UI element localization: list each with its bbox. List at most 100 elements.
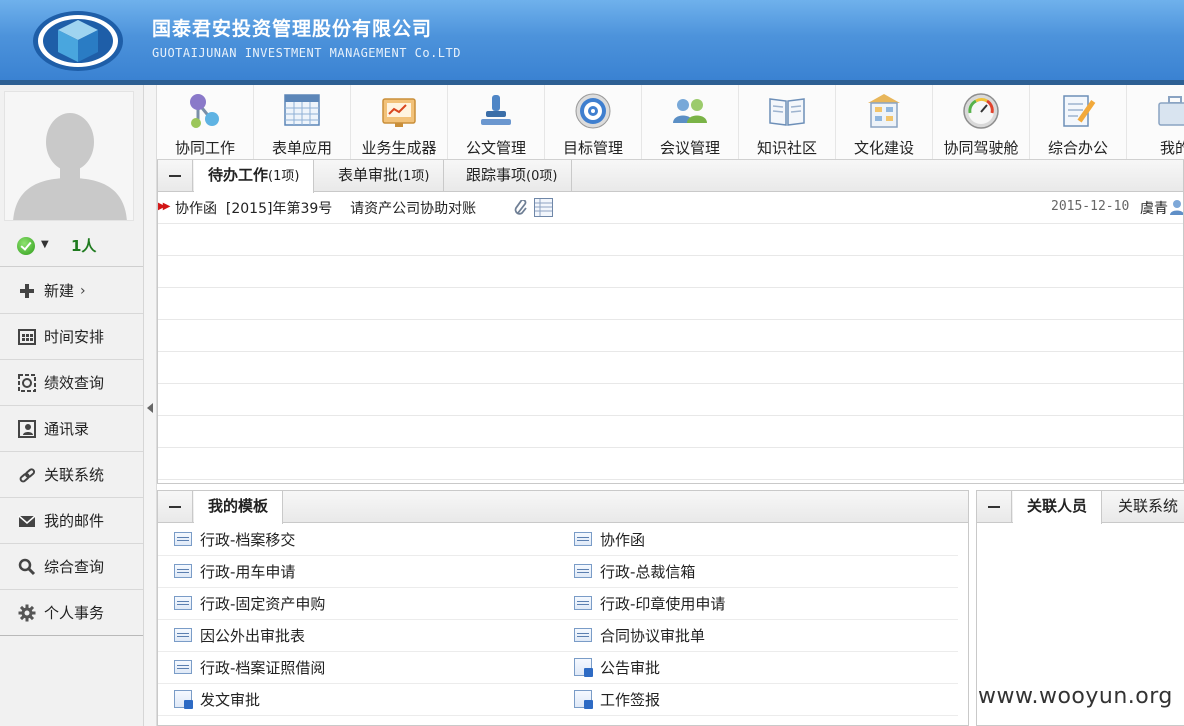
template-item[interactable]: 合同协议审批单 [574, 619, 705, 651]
tab-my-templates[interactable]: 我的模板 [194, 491, 284, 524]
todo-title[interactable]: 协作函 [2015]年第39号 请资产公司协助对账 [175, 198, 476, 218]
tab-form-approval[interactable]: 表单审批(1项) [324, 160, 445, 192]
template-label: 合同协议审批单 [600, 626, 706, 645]
template-item[interactable]: 行政-档案移交 [174, 523, 295, 555]
sidebar-item-new[interactable]: 新建 › [0, 268, 143, 314]
toolbar-item-document-mgmt[interactable]: 公文管理 [448, 85, 545, 159]
toolbar-item-meeting-mgmt[interactable]: 会议管理 [642, 85, 739, 159]
avatar[interactable] [4, 91, 134, 221]
chevron-right-icon: › [80, 282, 86, 299]
sidebar-item-label: 关联系统 [44, 466, 105, 484]
form-icon [574, 628, 592, 642]
tab-tracking[interactable]: 跟踪事项(0项) [452, 160, 573, 192]
briefcase-icon [1158, 96, 1184, 126]
sidebar-item-schedule[interactable]: 时间安排 [0, 314, 143, 360]
user-silhouette-icon [5, 92, 133, 220]
template-item[interactable]: 行政-档案证照借阅 [174, 651, 325, 683]
toolbar-item-form-apps[interactable]: 表单应用 [254, 85, 351, 159]
template-item[interactable]: 协作函 [574, 523, 645, 555]
sidebar-item-label: 综合查询 [44, 558, 105, 576]
notepad-icon [1063, 95, 1096, 127]
related-tabbar: 关联人员 关联系统 [977, 491, 1184, 524]
template-item[interactable]: 公告审批 [574, 651, 660, 683]
watermark-text: www.wooyun.org [978, 684, 1173, 709]
todo-type: 协作函 [175, 201, 217, 217]
row-divider [158, 715, 958, 716]
table-row [158, 384, 1183, 416]
tab-count: (1项) [268, 169, 300, 184]
collapse-left-icon [147, 403, 153, 413]
tab-count: (1项) [398, 169, 430, 184]
starred-doc-icon [574, 658, 593, 677]
template-item[interactable]: 行政-固定资产申购 [174, 587, 325, 619]
toolbar-item-collaboration[interactable]: 协同工作 [157, 85, 254, 159]
template-item[interactable]: 发文审批 [174, 683, 260, 715]
sidebar-collapse-handle[interactable] [144, 85, 157, 726]
form-table-icon [534, 198, 553, 217]
sidebar-item-label: 新建 [44, 282, 75, 300]
template-item[interactable]: 行政-用车申请 [174, 555, 295, 587]
collapse-panel-button[interactable] [158, 160, 193, 192]
template-label: 工作签报 [600, 690, 661, 709]
online-count: 1人 [71, 237, 97, 255]
sidebar-item-personal[interactable]: 个人事务 [0, 590, 143, 636]
template-item[interactable]: 工作签报 [574, 683, 660, 715]
stamp-icon [481, 95, 511, 125]
table-row[interactable]: ▶▶ 协作函 [2015]年第39号 请资产公司协助对账 2015-12-10 … [158, 192, 1183, 224]
toolbar-item-cockpit[interactable]: 协同驾驶舱 [933, 85, 1030, 159]
collapse-panel-button[interactable] [158, 491, 193, 523]
template-tabbar: 我的模板 [158, 491, 968, 524]
tab-todo[interactable]: 待办工作(1项) [194, 160, 315, 193]
tab-related-systems[interactable]: 关联系统 [1104, 491, 1184, 523]
sidebar-item-label: 时间安排 [44, 328, 105, 346]
module-toolbar: 协同工作 表单应用 业务生成器 公文管理 目标管理 会议管理 知识社区 文化建设… [157, 85, 1184, 160]
attachment-icon [514, 200, 527, 215]
toolbar-item-knowledge[interactable]: 知识社区 [739, 85, 836, 159]
sidebar-item-contacts[interactable]: 通讯录 [0, 406, 143, 452]
todo-subject: 请资产公司协助对账 [350, 201, 477, 217]
sidebar-nav: 新建 › 时间安排 绩效查询 通讯录 关联系统 我的邮件 综合查询 个人事务 [0, 268, 143, 636]
toolbar-item-goal-mgmt[interactable]: 目标管理 [545, 85, 642, 159]
spreadsheet-icon [284, 94, 320, 126]
toolbar-item-label: 文化建设 [853, 139, 914, 157]
sidebar-item-search[interactable]: 综合查询 [0, 544, 143, 590]
form-icon [174, 532, 192, 546]
tab-label: 关联系统 [1118, 497, 1179, 515]
toolbar-item-label: 协同工作 [174, 139, 235, 157]
toolbar-item-office[interactable]: 综合办公 [1030, 85, 1127, 159]
starred-doc-icon [174, 690, 193, 709]
online-check-icon[interactable] [17, 237, 35, 255]
tab-related-people[interactable]: 关联人员 [1013, 491, 1103, 524]
target-square-icon [18, 373, 36, 392]
template-item[interactable]: 行政-总裁信箱 [574, 555, 695, 587]
template-label: 行政-档案证照借阅 [200, 658, 326, 677]
sidebar-item-my-mail[interactable]: 我的邮件 [0, 498, 143, 544]
toolbar-item-business-builder[interactable]: 业务生成器 [351, 85, 448, 159]
collapse-panel-button[interactable] [977, 491, 1012, 523]
sidebar-item-linked-systems[interactable]: 关联系统 [0, 452, 143, 498]
toolbar-item-label: 业务生成器 [361, 139, 437, 157]
tab-label: 待办工作 [208, 166, 269, 184]
status-dropdown-icon[interactable]: ▼ [41, 239, 49, 250]
todo-tabbar: 待办工作(1项) 表单审批(1项) 跟踪事项(0项) [158, 160, 1183, 193]
template-item[interactable]: 因公外出审批表 [174, 619, 305, 651]
template-item[interactable]: 行政-印章使用申请 [574, 587, 725, 619]
mail-icon [18, 512, 36, 530]
tab-count: (0项) [526, 169, 558, 184]
toolbar-item-label: 会议管理 [659, 139, 720, 157]
sidebar-item-performance[interactable]: 绩效查询 [0, 360, 143, 406]
add-user-icon[interactable] [1170, 198, 1184, 216]
todo-panel: 待办工作(1项) 表单审批(1项) 跟踪事项(0项) ▶▶ 协作函 [2015]… [157, 160, 1184, 484]
template-label: 行政-用车申请 [200, 562, 296, 581]
bullseye-icon [575, 93, 611, 129]
toolbar-item-culture[interactable]: 文化建设 [836, 85, 933, 159]
form-icon [174, 628, 192, 642]
toolbar-item-label: 公文管理 [465, 139, 526, 157]
sidebar-item-label: 通讯录 [44, 420, 90, 438]
toolbar-item-mine[interactable]: 我的 [1127, 85, 1184, 159]
form-icon [174, 564, 192, 578]
row-divider [158, 683, 958, 684]
table-row [158, 416, 1183, 448]
table-row [158, 256, 1183, 288]
molecule-icon [190, 94, 219, 128]
